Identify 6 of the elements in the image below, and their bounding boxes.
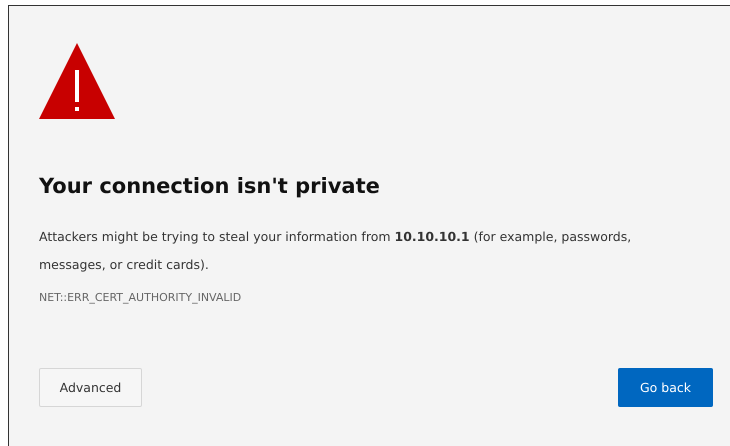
warning-message: Attackers might be trying to steal your information from 10.10.10.1 (for example, passwords, messages, or credit cards). xyxy=(39,228,632,274)
go-back-button[interactable]: Go back xyxy=(618,368,713,407)
page-heading: Your connection isn't private xyxy=(39,173,381,199)
warning-icon xyxy=(39,43,115,119)
error-code: NET::ERR_CERT_AUTHORITY_INVALID xyxy=(39,291,242,304)
advanced-button[interactable]: Advanced xyxy=(39,368,142,407)
